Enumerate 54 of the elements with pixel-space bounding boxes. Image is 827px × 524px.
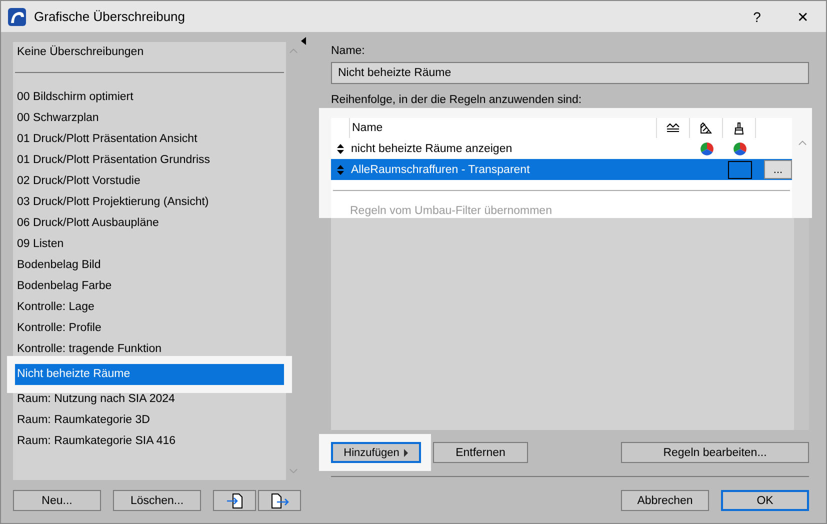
scroll-up-icon[interactable]	[798, 140, 807, 146]
collapse-arrow-icon[interactable]	[301, 37, 306, 45]
edit-rules-button[interactable]: Regeln bearbeiten...	[621, 442, 809, 463]
caret-icon	[404, 448, 408, 456]
list-item[interactable]: Nicht beheizte Räume	[15, 364, 284, 385]
name-field[interactable]: Nicht beheizte Räume	[331, 62, 809, 84]
file-export-icon	[270, 492, 290, 508]
remove-button[interactable]: Entfernen	[433, 442, 528, 463]
list-item[interactable]: Raum: Nutzung nach SIA 2024	[15, 389, 284, 410]
inherited-rules-text: Regeln vom Umbau-Filter übernommen	[349, 204, 553, 217]
fill-swatch[interactable]	[728, 160, 752, 178]
add-button[interactable]: Hinzufügen	[331, 442, 421, 463]
help-button[interactable]: ?	[734, 8, 780, 24]
list-item[interactable]: Bodenbelag Bild	[15, 255, 284, 276]
reorder-icon[interactable]	[336, 144, 344, 154]
list-item[interactable]: 06 Druck/Plott Ausbaupläne	[15, 213, 284, 234]
pie-icon	[700, 142, 714, 156]
more-button[interactable]: ...	[764, 160, 792, 179]
new-button[interactable]: Neu...	[13, 490, 101, 511]
pie-icon	[733, 142, 747, 156]
list-item[interactable]: 09 Listen	[15, 234, 284, 255]
list-item[interactable]: 00 Schwarzplan	[15, 108, 284, 129]
ok-button[interactable]: OK	[721, 490, 809, 511]
import-button[interactable]	[213, 490, 256, 511]
rules-label: Reihenfolge, in der die Regeln anzuwenden sind:	[331, 94, 583, 108]
rule-name: nicht beheizte Räume anzeigen	[350, 142, 514, 154]
column-header[interactable]: Name	[349, 118, 656, 138]
list-item[interactable]: Raum: Raumkategorie SIA 416	[15, 431, 284, 452]
name-label: Name:	[331, 45, 366, 59]
list-item[interactable]: Kontrolle: Lage	[15, 297, 284, 318]
window-title: Grafische Überschreibung	[34, 9, 186, 24]
brush-icon[interactable]	[734, 122, 744, 134]
surface-icon[interactable]	[666, 123, 680, 133]
list-item[interactable]: 01 Druck/Plott Präsentation Grundriss	[15, 150, 284, 171]
rule-name: AlleRaumschraffuren - Transparent	[350, 164, 531, 176]
list-item[interactable]: Kontrolle: Profile	[15, 318, 284, 339]
hatch-icon[interactable]	[700, 122, 712, 134]
close-button[interactable]: ✕	[780, 8, 826, 24]
list-item[interactable]: Raum: Raumkategorie 3D	[15, 410, 284, 431]
list-item[interactable]: Bodenbelag Farbe	[15, 276, 284, 297]
file-import-icon	[224, 492, 244, 508]
list-item[interactable]: 00 Bildschirm optimiert	[15, 87, 284, 108]
list-item[interactable]: 03 Druck/Plott Projektierung (Ansicht)	[15, 192, 284, 213]
rule-row[interactable]: nicht beheizte Räume anzeigen	[331, 138, 792, 159]
delete-button[interactable]: Löschen...	[113, 490, 201, 511]
rule-row[interactable]: AlleRaumschraffuren - Transparent ...	[331, 159, 792, 180]
app-logo-icon	[8, 8, 26, 26]
list-item[interactable]: Keine Überschreibungen	[15, 42, 284, 66]
list-item[interactable]: 02 Druck/Plott Vorstudie	[15, 171, 284, 192]
list-item[interactable]: Kontrolle: tragende Funktion	[15, 339, 284, 360]
scrollbar[interactable]	[794, 218, 809, 430]
export-button[interactable]	[258, 490, 301, 511]
cancel-button[interactable]: Abbrechen	[621, 490, 709, 511]
list-item[interactable]: 01 Druck/Plott Präsentation Ansicht	[15, 129, 284, 150]
